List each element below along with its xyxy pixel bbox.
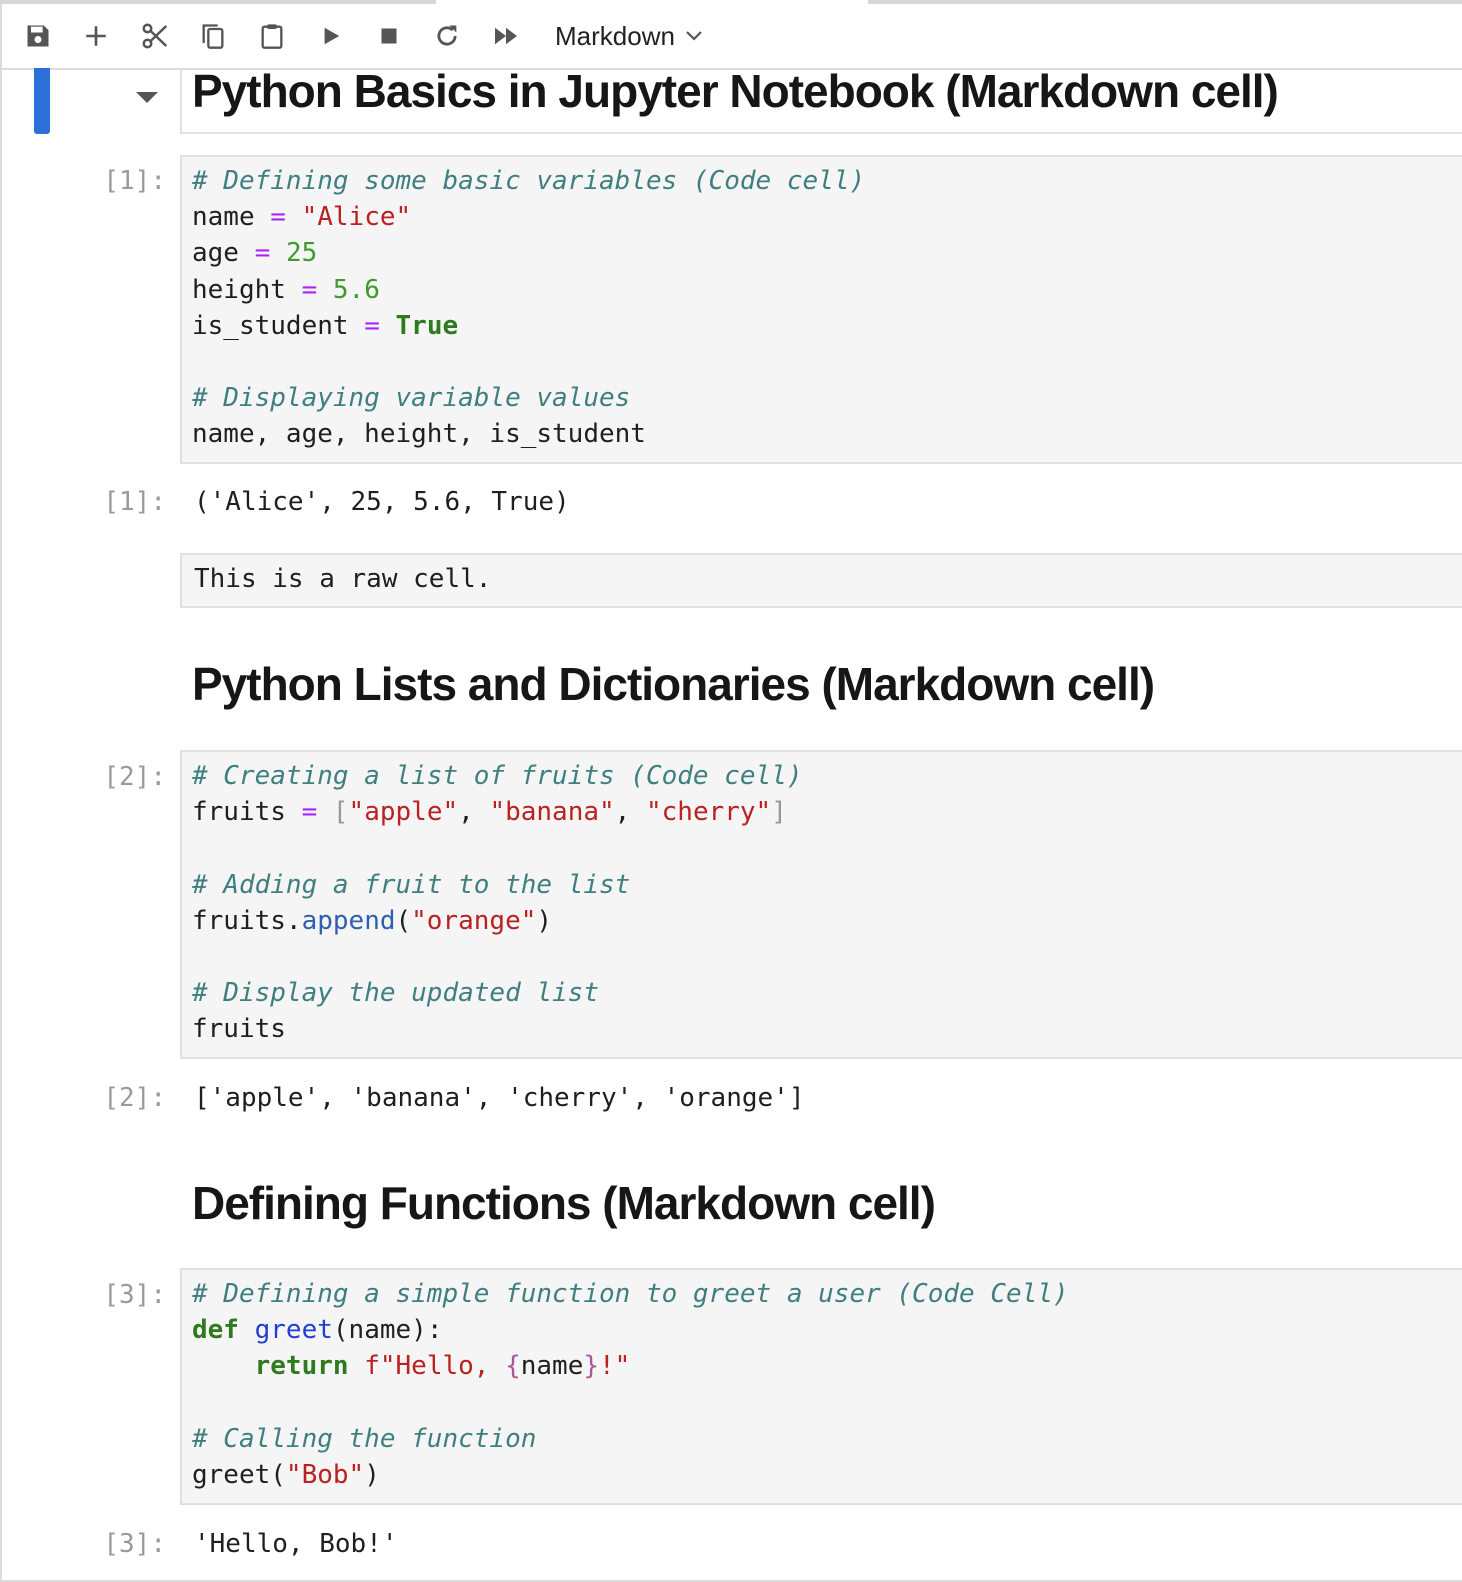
run-button[interactable] bbox=[311, 16, 351, 56]
restart-button[interactable] bbox=[427, 16, 467, 56]
add-cell-button[interactable] bbox=[76, 16, 116, 56]
output-prompt: [3]: bbox=[103, 1529, 166, 1559]
code-comment: # Display the updated list bbox=[192, 978, 599, 1009]
code-var: age bbox=[192, 238, 239, 269]
cell-output: 'Hello, Bob!' bbox=[194, 1529, 398, 1559]
output-prompt: [1]: bbox=[103, 487, 166, 517]
code-comment: # Displaying variable values bbox=[192, 383, 631, 414]
code-cell-3-source[interactable]: # Defining a simple function to greet a … bbox=[192, 1276, 1069, 1493]
cell-output: ['apple', 'banana', 'cherry', 'orange'] bbox=[194, 1083, 805, 1113]
code-comment: # Calling the function bbox=[192, 1423, 537, 1454]
code-comment: # Defining a simple function to greet a … bbox=[192, 1279, 1069, 1309]
copy-button[interactable] bbox=[193, 16, 233, 56]
code-cell-1-source[interactable]: # Defining some basic variables (Code ce… bbox=[192, 163, 865, 453]
code-comment: # Creating a list of fruits (Code cell) bbox=[192, 761, 803, 791]
fast-forward-icon bbox=[495, 27, 517, 45]
heading-lists-dicts: Python Lists and Dictionaries (Markdown … bbox=[192, 658, 1155, 710]
code-string: "Alice" bbox=[301, 202, 412, 233]
code-fstring: f"Hello, bbox=[364, 1351, 506, 1382]
raw-cell-text: This is a raw cell. bbox=[194, 564, 492, 594]
stop-icon bbox=[381, 28, 397, 44]
code-interp: } bbox=[583, 1351, 600, 1382]
save-button[interactable] bbox=[18, 16, 58, 56]
chevron-down-icon bbox=[686, 31, 702, 41]
code-number: 5.6 bbox=[332, 274, 380, 305]
code-string: "apple" bbox=[348, 797, 459, 828]
cut-button[interactable] bbox=[135, 16, 175, 56]
code-string: "Bob" bbox=[285, 1460, 365, 1491]
plus-icon bbox=[86, 26, 106, 46]
code-var: height bbox=[192, 274, 286, 305]
code-cell-2-source[interactable]: # Creating a list of fruits (Code cell) … bbox=[192, 758, 802, 1048]
code-comment: # Defining some basic variables (Code ce… bbox=[192, 166, 866, 196]
output-prompt: [2]: bbox=[103, 1083, 166, 1113]
cell-type-label: Markdown bbox=[555, 20, 675, 51]
restart-icon bbox=[437, 25, 457, 46]
code-interp: { bbox=[505, 1351, 521, 1382]
copy-icon bbox=[202, 24, 224, 49]
cell-output: ('Alice', 25, 5.6, True) bbox=[194, 487, 570, 517]
code-keyword: return bbox=[254, 1351, 349, 1382]
code-var: fruits. bbox=[192, 905, 302, 936]
code-function-name: greet bbox=[254, 1315, 333, 1346]
code-var: fruits bbox=[192, 797, 286, 828]
code-line: fruits bbox=[192, 1014, 286, 1045]
input-prompt: [3]: bbox=[103, 1280, 166, 1310]
code-line: name, age, height, is_student bbox=[192, 419, 646, 450]
cell-type-dropdown[interactable]: Markdown bbox=[555, 16, 703, 56]
code-var: is_student bbox=[192, 310, 349, 341]
collapse-heading-toggle[interactable] bbox=[134, 88, 160, 111]
save-icon bbox=[27, 25, 49, 47]
active-cell-indicator bbox=[34, 68, 50, 134]
code-string: "banana" bbox=[489, 797, 615, 828]
input-prompt: [1]: bbox=[103, 166, 166, 196]
run-icon bbox=[324, 27, 340, 45]
code-string: "orange" bbox=[411, 905, 537, 936]
paste-icon bbox=[261, 24, 283, 49]
code-paren: ) bbox=[364, 1460, 380, 1491]
code-method: append bbox=[301, 905, 396, 936]
code-var: name bbox=[520, 1351, 584, 1382]
code-keyword: True bbox=[395, 310, 459, 341]
paste-button[interactable] bbox=[252, 16, 292, 56]
code-fstring: !" bbox=[599, 1351, 631, 1382]
code-call: greet( bbox=[192, 1460, 286, 1491]
input-prompt: [2]: bbox=[103, 762, 166, 792]
code-keyword: def bbox=[192, 1315, 239, 1346]
code-params: (name): bbox=[332, 1315, 443, 1346]
code-number: 25 bbox=[285, 238, 318, 269]
code-var: name bbox=[192, 202, 255, 233]
code-comment: # Adding a fruit to the list bbox=[192, 869, 631, 900]
run-all-button[interactable] bbox=[486, 16, 526, 56]
code-string: "cherry" bbox=[645, 797, 772, 828]
scissors-icon bbox=[142, 23, 168, 49]
stop-button[interactable] bbox=[369, 16, 409, 56]
heading-python-basics: Python Basics in Jupyter Notebook (Markd… bbox=[192, 65, 1279, 117]
caret-down-icon bbox=[136, 92, 158, 103]
heading-defining-functions: Defining Functions (Markdown cell) bbox=[192, 1177, 936, 1229]
notebook-toolbar: Markdown bbox=[2, 4, 1462, 70]
